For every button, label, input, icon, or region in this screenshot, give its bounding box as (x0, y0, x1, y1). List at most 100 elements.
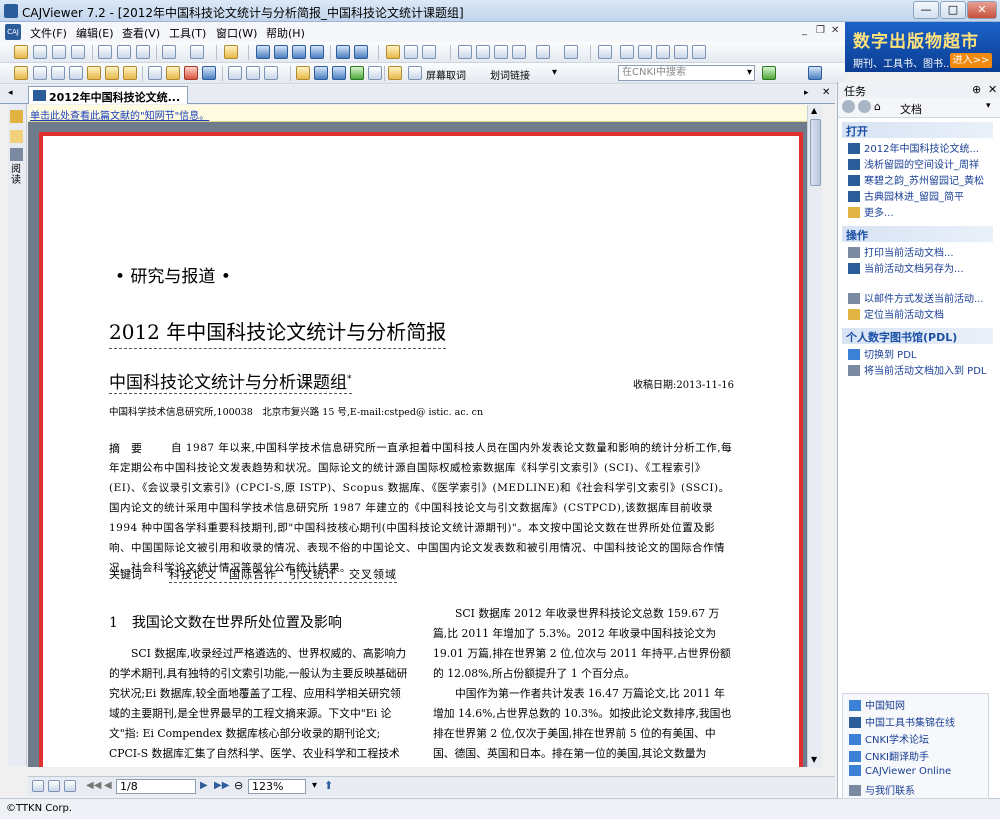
layout-icon[interactable] (224, 45, 238, 59)
thumbnail-icon[interactable] (564, 45, 578, 59)
rotate-icon[interactable] (536, 45, 550, 59)
ocr-icon[interactable] (105, 66, 119, 80)
scroll-down-icon[interactable]: ▼ (811, 755, 817, 764)
page-number-input[interactable]: 1/8 (116, 779, 196, 794)
attachment-panel-icon[interactable] (10, 148, 23, 161)
redo-icon[interactable] (190, 45, 204, 59)
tab-scroll-left-icon[interactable]: ◂ (8, 88, 13, 98)
link-cajviewer-online[interactable]: CAJViewer Online (849, 765, 951, 780)
link-translator[interactable]: CNKI翻译助手 (849, 748, 929, 763)
locate-doc-link[interactable]: 定位当前活动文档 (848, 306, 944, 321)
view-mode-1-icon[interactable] (32, 780, 44, 792)
menu-tools[interactable]: 工具(T) (169, 25, 206, 41)
undo-icon[interactable] (162, 45, 176, 59)
scroll-up-icon[interactable]: ▲ (811, 106, 817, 115)
back-icon[interactable] (336, 45, 350, 59)
link-forum[interactable]: CNKI学术论坛 (849, 731, 929, 746)
copy-icon[interactable] (98, 45, 112, 59)
zoom-out-button-icon[interactable]: ⊖ (234, 779, 243, 792)
screen-word-button[interactable]: 屏幕取词 (426, 67, 466, 82)
facing-icon[interactable] (494, 45, 508, 59)
stamp-icon[interactable] (246, 66, 260, 80)
maximize-button[interactable]: □ (940, 1, 966, 19)
mdi-restore-icon[interactable]: ❐ (816, 25, 825, 36)
menu-edit[interactable]: 编辑(E) (76, 25, 114, 41)
eraser-icon[interactable] (228, 66, 242, 80)
print-icon[interactable] (52, 45, 66, 59)
banner-enter-button[interactable]: 进入>> (950, 53, 992, 68)
text-select-icon[interactable] (51, 66, 65, 80)
print-doc-link[interactable]: 打印当前活动文档... (848, 244, 954, 259)
view-mode-3-icon[interactable] (64, 780, 76, 792)
last-page-button-icon[interactable]: ▶▶ (214, 780, 229, 791)
more-docs-link[interactable]: 更多... (848, 204, 894, 219)
scroll-thumb[interactable] (810, 119, 821, 186)
search-dropdown-icon[interactable]: ▾ (747, 67, 752, 78)
email-icon[interactable] (71, 45, 85, 59)
split-icon[interactable] (512, 45, 526, 59)
zoom-in-icon[interactable] (674, 45, 688, 59)
search-prev-icon[interactable] (422, 45, 436, 59)
add-to-pdl-link[interactable]: 将当前活动文档加入到 PDL (848, 362, 986, 377)
select-arrow-icon[interactable] (33, 66, 47, 80)
task-pane-dropdown-icon[interactable]: ▾ (986, 101, 991, 111)
find-icon[interactable] (136, 45, 150, 59)
image-select-icon[interactable] (69, 66, 83, 80)
strikeout-icon[interactable] (314, 66, 328, 80)
task-pane-close-icon[interactable]: ✕ (988, 83, 997, 96)
pin-icon[interactable]: ⊕ (972, 83, 981, 96)
open-icon[interactable] (14, 45, 28, 59)
recent-doc-1[interactable]: 2012年中国科技论文统... (848, 140, 979, 155)
save-icon[interactable] (33, 45, 47, 59)
close-button[interactable]: ✕ (967, 1, 997, 19)
save-as-link[interactable]: 当前活动文档另存为... (848, 260, 964, 275)
actual-size-icon[interactable] (620, 45, 634, 59)
view-mode-2-icon[interactable] (48, 780, 60, 792)
pen-icon[interactable] (148, 66, 162, 80)
single-page-icon[interactable] (458, 45, 472, 59)
search-icon[interactable] (386, 45, 400, 59)
prev-page-icon[interactable] (274, 45, 288, 59)
next-page-icon[interactable] (292, 45, 306, 59)
fullscreen-icon[interactable] (598, 45, 612, 59)
fit-page-icon[interactable] (638, 45, 652, 59)
last-page-icon[interactable] (310, 45, 324, 59)
menu-file[interactable]: 文件(F) (30, 25, 67, 41)
text-note-icon[interactable] (368, 66, 382, 80)
link-cnki[interactable]: 中国知网 (849, 697, 905, 712)
underline-icon[interactable] (332, 66, 346, 80)
zoom-in-button-icon[interactable]: ⬆ (324, 779, 333, 792)
mdi-close-icon[interactable]: ✕ (831, 25, 839, 36)
link-reference-books[interactable]: 中国工具书集锦在线 (849, 714, 955, 729)
link-dropdown-icon[interactable]: ▾ (552, 67, 557, 78)
next-page-button-icon[interactable]: ▶ (200, 780, 208, 791)
first-page-button-icon[interactable]: ◀◀ (86, 780, 101, 791)
recent-doc-2[interactable]: 浅析留园的空间设计_周祥 (848, 156, 979, 171)
squiggly-icon[interactable] (350, 66, 364, 80)
link-select-button[interactable]: 划词链接 (490, 67, 530, 82)
rectangle-icon[interactable] (184, 66, 198, 80)
operations-section-header[interactable]: 操作 (842, 226, 993, 242)
mdi-minimize-icon[interactable]: _ (802, 25, 807, 36)
forward-circle-icon[interactable] (858, 100, 871, 113)
screen-word-toggle-icon[interactable] (408, 66, 422, 80)
back-circle-icon[interactable] (842, 100, 855, 113)
hand-tool-icon[interactable] (14, 66, 28, 80)
tab-close-icon[interactable]: ✕ (822, 87, 830, 98)
ellipse-icon[interactable] (202, 66, 216, 80)
tab-document[interactable]: 2012年中国科技论文统... (28, 86, 188, 104)
recent-doc-4[interactable]: 古典园林进_留园_简平 (848, 188, 964, 203)
link-contact[interactable]: 与我们联系 (849, 782, 915, 797)
open-section-header[interactable]: 打开 (842, 122, 993, 138)
first-page-icon[interactable] (256, 45, 270, 59)
prev-page-button-icon[interactable]: ◀ (104, 780, 112, 791)
highlighter-icon[interactable] (166, 66, 180, 80)
menu-window[interactable]: 窗口(W) (216, 25, 257, 41)
menu-help[interactable]: 帮助(H) (266, 25, 305, 41)
document-viewport[interactable]: • 研究与报道 • 2012 年中国科技论文统计与分析简报 中国科技论文统计与分… (28, 122, 807, 767)
pdl-section-header[interactable]: 个人数字图书馆(PDL) (842, 328, 993, 344)
digital-store-banner[interactable]: 数字出版物超市 期刊、工具书、图书... 进入>> (845, 22, 1000, 72)
switch-pdl-link[interactable]: 切换到 PDL (848, 346, 916, 361)
paste-icon[interactable] (117, 45, 131, 59)
menu-view[interactable]: 查看(V) (122, 25, 160, 41)
